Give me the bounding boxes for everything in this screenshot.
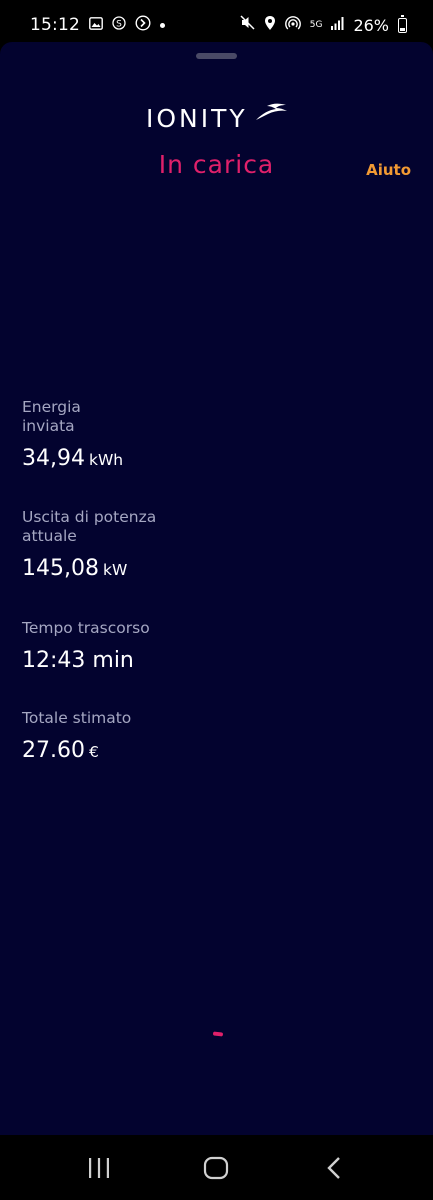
battery-percent: 26% [353, 15, 389, 35]
mute-vibrate-icon [240, 15, 255, 35]
network-type: 5G [309, 19, 323, 30]
svg-text:S: S [116, 20, 122, 30]
screen: 15:12 S 5G 26% IONITY In carica Aiuto En… [0, 0, 433, 1200]
status-time: 15:12 [30, 15, 80, 35]
signal-icon [331, 15, 344, 35]
battery-icon [398, 14, 407, 33]
home-icon [204, 1156, 229, 1179]
logo-text: IONITY [146, 103, 248, 133]
metric-number: 27.60 [22, 738, 85, 763]
recents-button[interactable] [69, 1143, 129, 1193]
status-right: 5G 26% [240, 14, 407, 36]
metric-value: 145,08 kW [22, 556, 182, 581]
bird-icon [256, 103, 287, 120]
ionity-logo: IONITY [146, 100, 287, 136]
metric-unit: kWh [88, 451, 124, 469]
recents-icon [88, 1157, 109, 1178]
metric-estimated-total: Totale stimato 27.60 € [22, 709, 192, 763]
drag-handle[interactable] [196, 53, 237, 59]
metric-elapsed-time: Tempo trascorso 12:43 min [22, 619, 192, 673]
metric-value: 27.60 € [22, 738, 192, 763]
gallery-icon [89, 15, 103, 35]
s-app-icon: S [112, 15, 126, 35]
help-link[interactable]: Aiuto [366, 161, 411, 179]
metric-value: 12:43 min [22, 648, 192, 673]
status-left: 15:12 S [30, 14, 165, 36]
metric-energy-delivered: Energia inviata 34,94 kWh [22, 398, 123, 471]
metric-unit: € [88, 743, 99, 761]
metric-label: Energia inviata [22, 398, 81, 435]
location-icon [264, 15, 276, 36]
home-button[interactable] [186, 1143, 246, 1193]
hotspot-icon [284, 15, 301, 36]
metric-label: Tempo trascorso [22, 619, 150, 637]
navigation-bar [0, 1135, 433, 1200]
metric-number: 34,94 [22, 446, 85, 471]
metric-unit: kW [102, 561, 128, 579]
metric-current-power: Uscita di potenza attuale 145,08 kW [22, 508, 182, 581]
arrow-circle-icon [135, 14, 151, 36]
metric-label: Uscita di potenza attuale [22, 508, 157, 545]
metric-number: 145,08 [22, 556, 99, 581]
charging-sheet: IONITY In carica Aiuto Energia inviata 3… [0, 42, 433, 1135]
back-icon [327, 1156, 340, 1179]
metric-number: 12:43 min [22, 648, 134, 673]
metric-label: Totale stimato [22, 709, 132, 727]
notification-dot [160, 22, 165, 28]
back-button[interactable] [304, 1143, 364, 1193]
loading-indicator [212, 1031, 224, 1037]
metric-value: 34,94 kWh [22, 446, 123, 471]
